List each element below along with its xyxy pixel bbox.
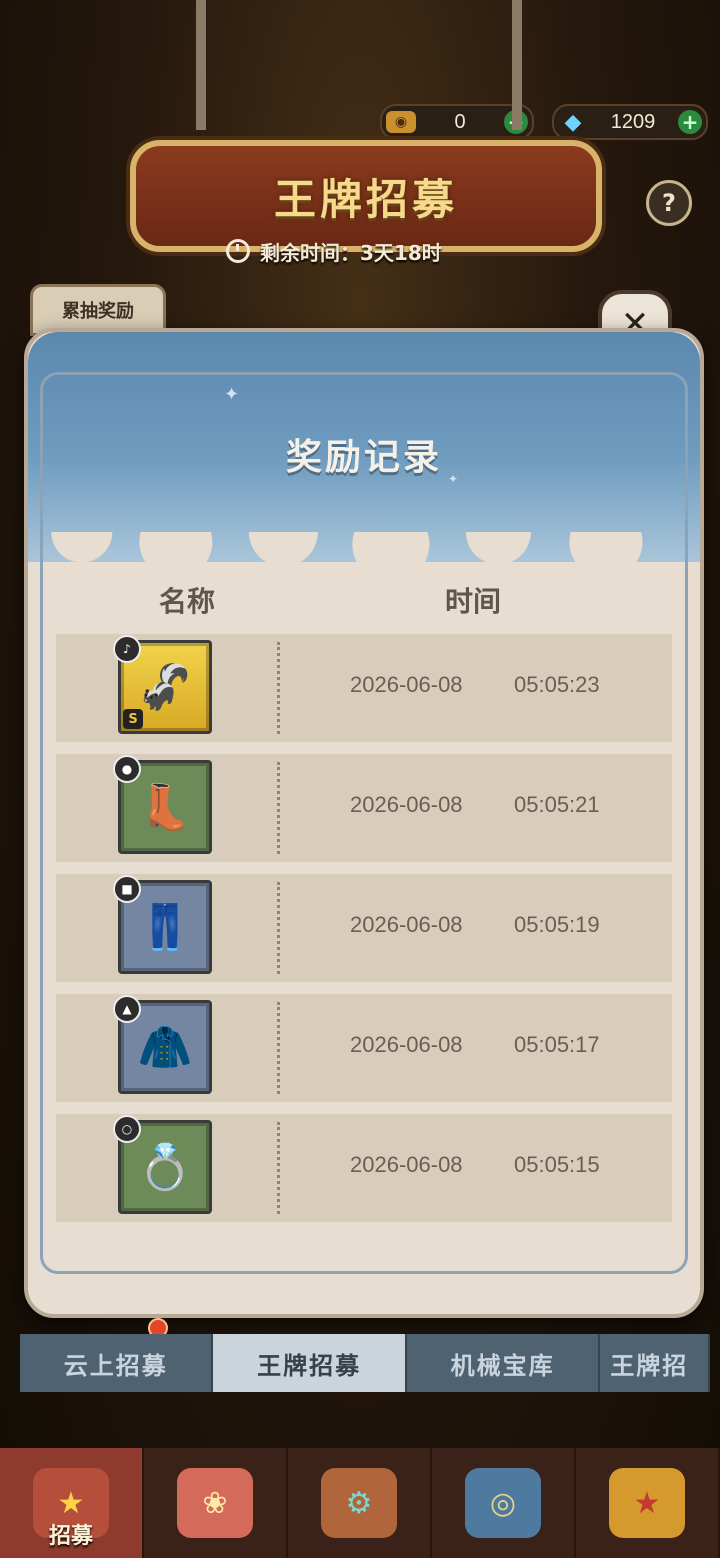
row-divider: [277, 642, 280, 734]
level-badge-icon: ♪: [113, 635, 141, 663]
boots-item-icon[interactable]: 👢 ●: [113, 755, 212, 854]
top-slot-icon: ▲: [113, 995, 141, 1023]
character-card-icon[interactable]: 🦨 ♪ S: [113, 635, 212, 734]
question-icon: ?: [662, 189, 676, 217]
machine-icon: ⚙: [321, 1468, 397, 1538]
nav-machine[interactable]: ⚙: [288, 1448, 432, 1558]
rank-badge: S: [123, 709, 143, 729]
table-row: 🧥 ▲ 2026-06-08 05:05:17: [56, 994, 672, 1102]
row-time: 05:05:15: [514, 1152, 600, 1177]
row-divider: [277, 1122, 280, 1214]
row-time: 05:05:23: [514, 672, 600, 697]
row-time: 05:05:17: [514, 1032, 600, 1057]
nav-recruit-label: 招募: [48, 1524, 93, 1549]
table-row: 👖 ■ 2026-06-08 05:05:19: [56, 874, 672, 982]
dialog-title: 奖励记录: [285, 437, 442, 478]
add-gem-button[interactable]: +: [678, 110, 702, 134]
column-header-time: 时间: [444, 585, 501, 618]
row-divider: [277, 882, 280, 974]
row-divider: [277, 762, 280, 854]
row-date: 2026-06-08: [350, 1152, 463, 1177]
bottom-nav: ★ 招募 ❀ ⚙ ◎ ★: [0, 1448, 720, 1558]
reward-list[interactable]: 🦨 ♪ S 2026-06-08 05:05:23 👢 ● 2026-06-08…: [56, 634, 672, 1234]
row-date: 2026-06-08: [350, 672, 463, 697]
banner-rope-left: [196, 0, 206, 130]
reward-record-dialog: ✦ ✦ 奖励记录 名称 时间 🦨 ♪ S 2026-06-08 05:05:23…: [24, 328, 704, 1318]
jacket-item-icon[interactable]: 🧥 ▲: [113, 995, 212, 1094]
column-header-name: 名称: [158, 585, 215, 618]
remaining-time-label: 剩余时间：3天18时: [260, 240, 442, 265]
star-box-icon: ★: [609, 1468, 685, 1538]
tab-ace-recruit-2[interactable]: 王牌招: [600, 1334, 710, 1392]
nav-pilot[interactable]: ◎: [432, 1448, 576, 1558]
gem-count: 1209: [610, 110, 656, 133]
row-time: 05:05:21: [514, 792, 600, 817]
ticket-counter: ◉ 0 +: [380, 104, 534, 140]
recruit-tab-bar: 云上招募 王牌招募 机械宝库 王牌招: [20, 1334, 710, 1392]
table-header: 名称 时间: [28, 580, 700, 618]
nav-recruit[interactable]: ★ 招募: [0, 1448, 144, 1558]
pants-item-icon[interactable]: 👖 ■: [113, 875, 212, 974]
ticket-icon: ◉: [386, 111, 416, 133]
diamond-icon: ◆: [564, 109, 582, 135]
row-divider: [277, 1002, 280, 1094]
row-date: 2026-06-08: [350, 792, 463, 817]
row-date: 2026-06-08: [350, 1032, 463, 1057]
ring-item-icon[interactable]: 💍 ○: [113, 1115, 212, 1214]
table-row: 💍 ○ 2026-06-08 05:05:15: [56, 1114, 672, 1222]
accessory-slot-icon: ○: [113, 1115, 141, 1143]
tab-cloud-recruit[interactable]: 云上招募: [20, 1334, 214, 1392]
page-title: 王牌招募: [273, 174, 458, 224]
table-row: 🦨 ♪ S 2026-06-08 05:05:23: [56, 634, 672, 742]
tab-mech-vault[interactable]: 机械宝库: [406, 1334, 601, 1392]
nav-box[interactable]: ★: [576, 1448, 720, 1558]
treasure-chest-icon: ❀: [177, 1468, 253, 1538]
shoe-slot-icon: ●: [113, 755, 141, 783]
banner-rope-right: [512, 0, 522, 130]
row-date: 2026-06-08: [350, 912, 463, 937]
help-button[interactable]: ?: [646, 180, 692, 226]
tab-ace-recruit[interactable]: 王牌招募: [213, 1334, 407, 1392]
row-time: 05:05:19: [514, 912, 600, 937]
star-icon: ✦: [224, 384, 240, 405]
table-row: 👢 ● 2026-06-08 05:05:21: [56, 754, 672, 862]
ticket-count: 0: [454, 110, 466, 133]
clock-icon: [226, 239, 250, 263]
nav-chest[interactable]: ❀: [144, 1448, 288, 1558]
pants-slot-icon: ■: [113, 875, 141, 903]
gem-counter: ◆ 1209 +: [552, 104, 708, 140]
goggles-icon: ◎: [465, 1468, 541, 1538]
remaining-time: 剩余时间：3天18时: [226, 236, 442, 266]
